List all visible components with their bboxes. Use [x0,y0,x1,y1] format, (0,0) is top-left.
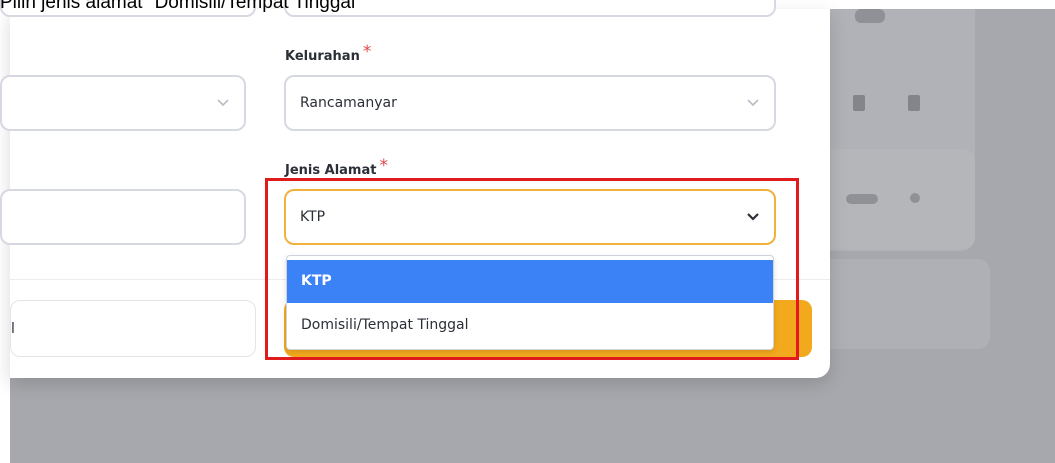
left-select[interactable] [0,75,246,131]
chevron-down-icon [747,213,759,221]
chevron-down-icon [747,99,759,107]
required-mark: * [379,156,388,176]
delete-icon [908,95,920,111]
background-element [910,193,920,203]
cancel-button[interactable]: l [10,300,256,357]
jenis-alamat-dropdown: KTP Domisili/Tempat Tinggal [286,255,774,350]
instruction-caption: Pilih jenis alamat "Domisili/Tempat Ting… [0,0,362,13]
background-element [846,194,878,204]
option-domisili[interactable]: Domisili/Tempat Tinggal [287,304,773,347]
jenis-alamat-label: Jenis Alamat * [285,156,388,178]
edit-icon [853,95,865,111]
background-card [810,259,990,349]
left-input[interactable] [0,189,246,245]
kelurahan-select[interactable]: Rancamanyar [284,75,776,131]
option-ktp[interactable]: KTP [287,260,773,303]
chevron-down-icon [217,99,229,107]
background-element [855,9,885,23]
kelurahan-label: Kelurahan * [285,42,372,64]
required-mark: * [362,42,372,62]
jenis-alamat-select[interactable]: KTP [284,189,776,245]
background-card [810,149,975,249]
